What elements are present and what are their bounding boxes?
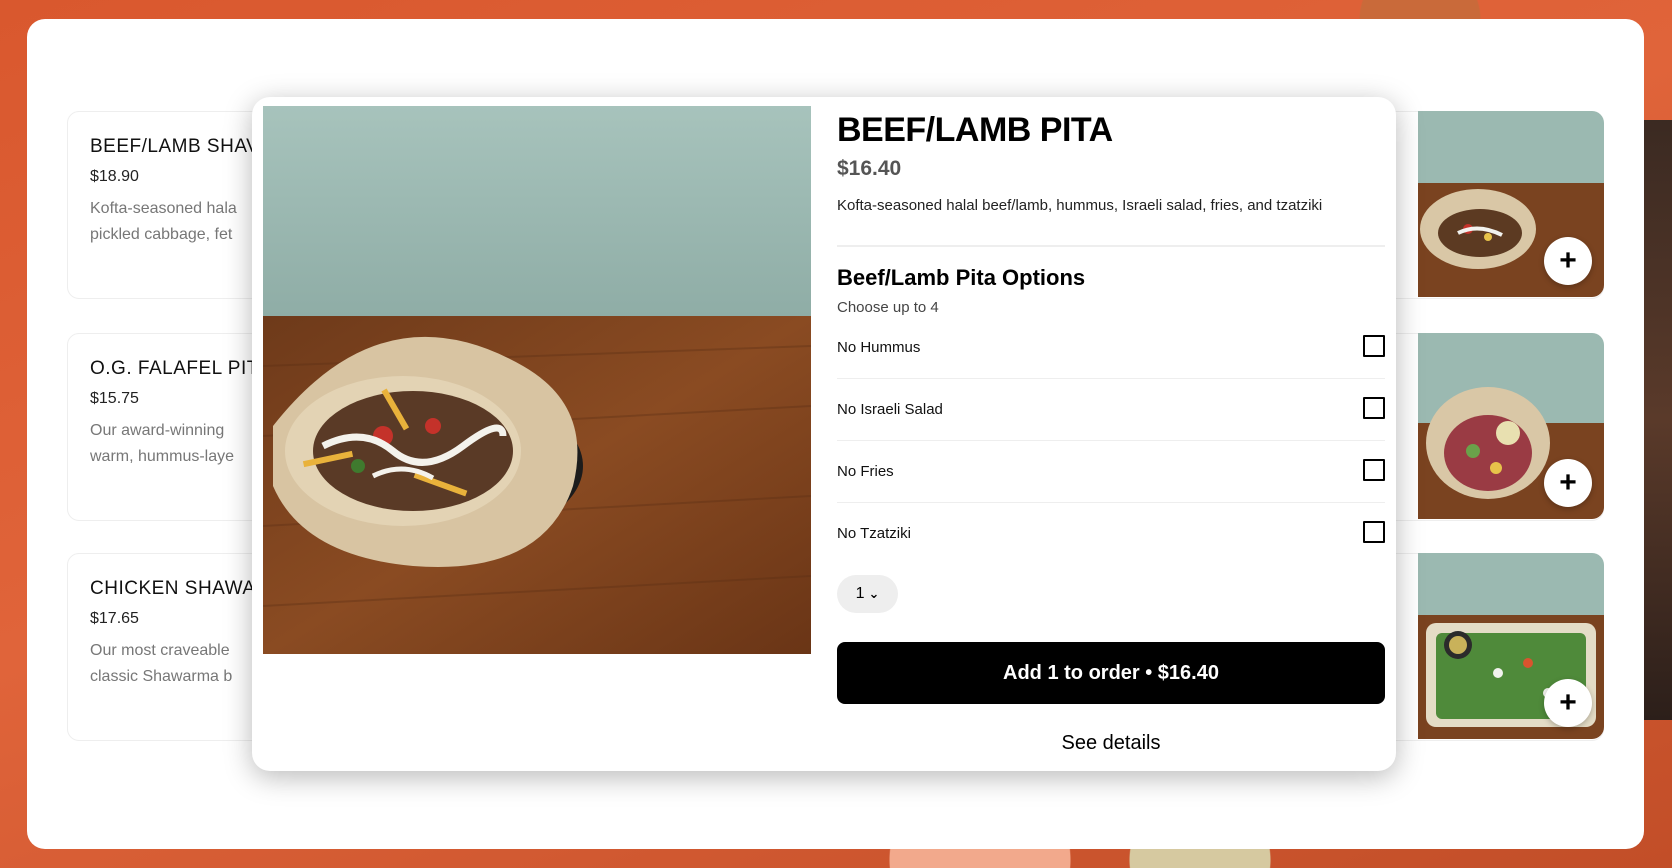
item-description: Kofta-seasoned halal beef/lamb, hummus, …: [837, 197, 1323, 214]
menu-item-name: O.G. FALAFEL PIT: [90, 358, 259, 379]
add-item-button[interactable]: +: [1544, 459, 1592, 507]
item-title: BEEF/LAMB PITA: [837, 111, 1113, 149]
option-no-fries[interactable]: No Fries: [837, 441, 1385, 503]
option-label: No Fries: [837, 463, 894, 480]
option-no-israeli-salad[interactable]: No Israeli Salad: [837, 379, 1385, 441]
quantity-value: 1: [855, 585, 865, 602]
item-price: $16.40: [837, 157, 902, 180]
checkbox-icon[interactable]: [1363, 521, 1385, 543]
checkbox-icon[interactable]: [1363, 335, 1385, 357]
option-label: No Israeli Salad: [837, 401, 943, 418]
divider: [837, 245, 1385, 247]
item-detail-modal: BEEF/LAMB PITA $16.40 Kofta-seasoned hal…: [252, 97, 1396, 771]
see-details-link[interactable]: See details: [837, 732, 1385, 755]
options-list: No Hummus No Israeli Salad No Fries No T…: [837, 317, 1385, 564]
menu-item-price: $18.90: [90, 168, 139, 185]
menu-item-photo: +: [1418, 333, 1604, 519]
menu-item-photo: +: [1418, 111, 1604, 297]
menu-item-name: CHICKEN SHAWA: [90, 578, 256, 599]
menu-item-photo: +: [1418, 553, 1604, 739]
add-item-button[interactable]: +: [1544, 679, 1592, 727]
option-no-tzatziki[interactable]: No Tzatziki: [837, 503, 1385, 564]
menu-item-price: $17.65: [90, 610, 139, 627]
options-subtitle: Choose up to 4: [837, 299, 939, 316]
checkbox-icon[interactable]: [1363, 459, 1385, 481]
add-to-order-button[interactable]: Add 1 to order • $16.40: [837, 642, 1385, 704]
checkbox-icon[interactable]: [1363, 397, 1385, 419]
quantity-select[interactable]: 1 ⌄: [837, 575, 898, 613]
option-label: No Tzatziki: [837, 525, 911, 542]
option-no-hummus[interactable]: No Hummus: [837, 317, 1385, 379]
chevron-down-icon: ⌄: [868, 586, 880, 601]
option-label: No Hummus: [837, 339, 921, 356]
menu-item-price: $15.75: [90, 390, 139, 407]
options-title: Beef/Lamb Pita Options: [837, 265, 1086, 290]
menu-item-name: BEEF/LAMB SHAV: [90, 136, 260, 157]
add-item-button[interactable]: +: [1544, 237, 1592, 285]
item-hero-photo: [263, 106, 811, 654]
